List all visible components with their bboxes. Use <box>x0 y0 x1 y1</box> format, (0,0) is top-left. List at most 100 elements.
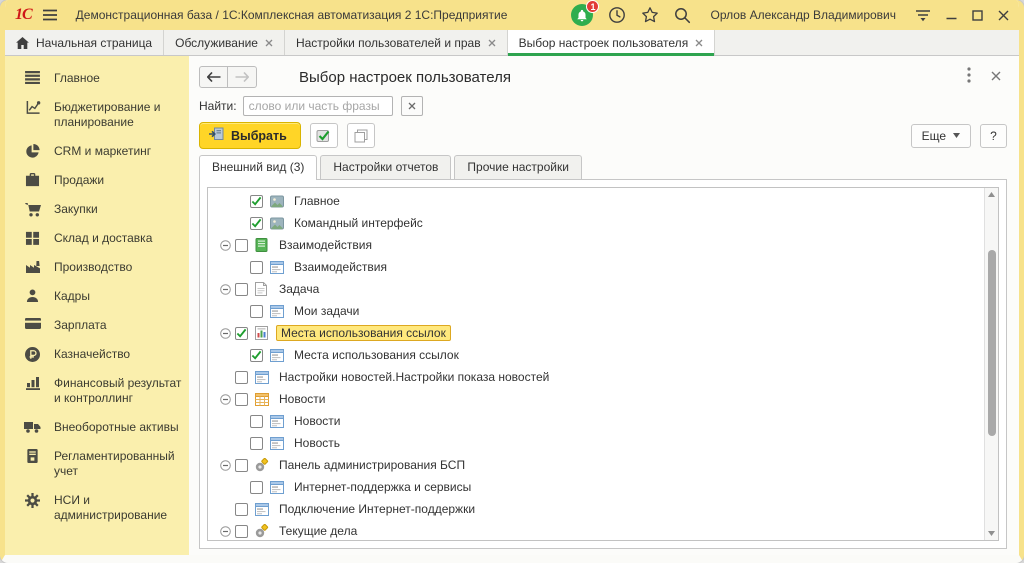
clear-search-icon[interactable] <box>401 96 423 116</box>
tree-checkbox[interactable] <box>250 195 263 208</box>
tree-checkbox[interactable] <box>250 217 263 230</box>
tree-row-6[interactable]: Мои задачи <box>208 300 984 322</box>
tree-row-8[interactable]: Места использования ссылок <box>208 344 984 366</box>
tree-checkbox[interactable] <box>250 481 263 494</box>
tree-checkbox[interactable] <box>235 239 248 252</box>
main-menu-icon[interactable] <box>42 9 58 21</box>
tree-checkbox[interactable] <box>235 525 248 538</box>
sidebar-item-8[interactable]: Кадры <box>5 282 189 311</box>
sidebar-item-5[interactable]: Закупки <box>5 195 189 224</box>
current-user-name[interactable]: Орлов Александр Владимирович <box>710 8 896 22</box>
tab-close-icon[interactable] <box>488 39 496 47</box>
sidebar-item-12[interactable]: Внеоборотные активы <box>5 413 189 442</box>
sidebar-item-13[interactable]: Регламентированный учет <box>5 442 189 486</box>
tree-row-label: Текущие дела <box>276 523 360 539</box>
expander-minus-icon[interactable] <box>220 394 235 405</box>
tree-checkbox[interactable] <box>235 327 248 340</box>
more-dots-icon[interactable] <box>967 67 971 88</box>
tree-checkbox[interactable] <box>250 349 263 362</box>
search-icon[interactable] <box>674 7 691 24</box>
tree-row-10[interactable]: Новости <box>208 388 984 410</box>
app-tab-2[interactable]: Обслуживание <box>164 30 285 55</box>
check-all-button[interactable] <box>310 123 338 148</box>
ledger-icon <box>24 449 41 463</box>
settings-tab-2[interactable]: Настройки отчетов <box>320 155 451 179</box>
favorites-star-icon[interactable] <box>641 6 659 24</box>
nav-forward-button[interactable] <box>228 66 257 88</box>
notifications-bell-icon[interactable]: 1 <box>571 4 593 26</box>
settings-tab-1[interactable]: Внешний вид (3) <box>199 155 317 180</box>
tree-row-7[interactable]: Места использования ссылок <box>208 322 984 344</box>
tree-checkbox[interactable] <box>235 371 248 384</box>
tree-row-14[interactable]: Интернет-поддержка и сервисы <box>208 476 984 498</box>
scrollbar-track[interactable] <box>985 201 998 527</box>
tree-row-5[interactable]: Задача <box>208 278 984 300</box>
maximize-button[interactable] <box>972 10 983 21</box>
planning-chart-icon <box>24 100 41 115</box>
tree-checkbox[interactable] <box>250 305 263 318</box>
sidebar-item-2[interactable]: Бюджетирование и планирование <box>5 93 189 137</box>
sidebar-item-4[interactable]: Продажи <box>5 166 189 195</box>
app-tab-3[interactable]: Настройки пользователей и прав <box>285 30 508 55</box>
tree-row-1[interactable]: Главное <box>208 190 984 212</box>
sidebar-item-10[interactable]: Казначейство <box>5 340 189 369</box>
app-tab-4[interactable]: Выбор настроек пользователя <box>508 30 716 55</box>
tab-close-icon[interactable] <box>265 39 273 47</box>
uncheck-all-button[interactable] <box>347 123 375 148</box>
tree-row-4[interactable]: Взаимодействия <box>208 256 984 278</box>
tree-row-13[interactable]: Панель администрирования БСП <box>208 454 984 476</box>
sidebar-item-label: Производство <box>54 260 132 275</box>
app-title: Демонстрационная база / 1С:Комплексная а… <box>76 8 508 22</box>
tree-row-15[interactable]: Подключение Интернет-поддержки <box>208 498 984 520</box>
sidebar-item-6[interactable]: Склад и доставка <box>5 224 189 253</box>
form-icon <box>270 437 285 450</box>
expander-minus-icon[interactable] <box>220 328 235 339</box>
help-button[interactable]: ? <box>980 124 1007 148</box>
tree-row-11[interactable]: Новости <box>208 410 984 432</box>
app-tab-1[interactable]: Начальная страница <box>5 30 164 55</box>
tree-checkbox[interactable] <box>250 261 263 274</box>
history-icon[interactable] <box>608 6 626 24</box>
tree-row-9[interactable]: Настройки новостей.Настройки показа ново… <box>208 366 984 388</box>
expander-minus-icon[interactable] <box>220 284 235 295</box>
vertical-scrollbar[interactable] <box>984 188 998 540</box>
tree-checkbox[interactable] <box>235 459 248 472</box>
connection-speed-icon[interactable] <box>915 8 931 22</box>
search-input[interactable] <box>243 96 393 116</box>
expander-minus-icon[interactable] <box>220 460 235 471</box>
tab-content-panel: ГлавноеКомандный интерфейсВзаимодействия… <box>199 179 1007 549</box>
scroll-down-icon[interactable] <box>985 527 998 540</box>
minimize-button[interactable] <box>946 10 957 20</box>
tree-checkbox[interactable] <box>235 393 248 406</box>
sidebar-item-9[interactable]: Зарплата <box>5 311 189 340</box>
panel-close-icon[interactable] <box>991 68 1001 86</box>
more-button[interactable]: Еще <box>911 124 971 148</box>
tree-checkbox[interactable] <box>250 415 263 428</box>
sidebar-item-14[interactable]: НСИ и администрирование <box>5 486 189 530</box>
titlebar: 1С Демонстрационная база / 1С:Комплексна… <box>5 0 1019 30</box>
close-button[interactable] <box>998 10 1009 21</box>
scroll-up-icon[interactable] <box>985 188 998 201</box>
home-icon <box>16 37 29 49</box>
sidebar-item-1[interactable]: Главное <box>5 64 189 93</box>
tree-checkbox[interactable] <box>235 283 248 296</box>
select-button[interactable]: Выбрать <box>199 122 301 149</box>
sidebar-item-3[interactable]: CRM и маркетинг <box>5 137 189 166</box>
sidebar-item-label: Бюджетирование и планирование <box>54 100 183 130</box>
briefcase-icon <box>24 173 41 187</box>
tree-row-12[interactable]: Новость <box>208 432 984 454</box>
interface-icon <box>270 195 285 208</box>
expander-minus-icon[interactable] <box>220 526 235 537</box>
tree-checkbox[interactable] <box>250 437 263 450</box>
settings-tab-3[interactable]: Прочие настройки <box>454 155 581 179</box>
tree-row-16[interactable]: Текущие дела <box>208 520 984 540</box>
expander-minus-icon[interactable] <box>220 240 235 251</box>
tree-checkbox[interactable] <box>235 503 248 516</box>
sidebar-item-11[interactable]: Финансовый результат и контроллинг <box>5 369 189 413</box>
tree-row-2[interactable]: Командный интерфейс <box>208 212 984 234</box>
scrollbar-thumb[interactable] <box>988 250 996 436</box>
sidebar-item-7[interactable]: Производство <box>5 253 189 282</box>
tab-close-icon[interactable] <box>695 39 703 47</box>
tree-row-3[interactable]: Взаимодействия <box>208 234 984 256</box>
nav-back-button[interactable] <box>199 66 228 88</box>
